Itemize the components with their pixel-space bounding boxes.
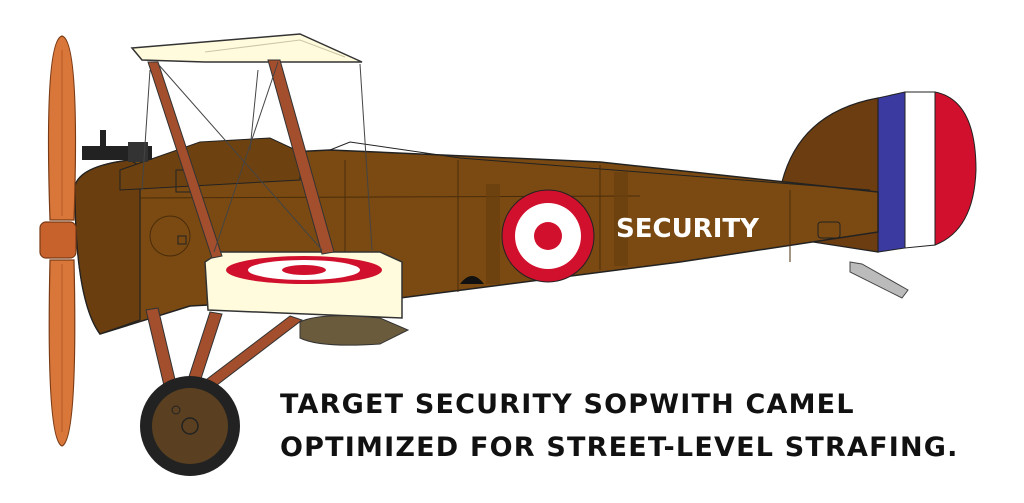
upper-wing (130, 33, 363, 63)
roundel-icon (501, 189, 595, 283)
machine-gun-icon (82, 130, 152, 162)
lower-wing (204, 251, 403, 319)
sopwith-camel-illustration: SECURITY (39, 33, 977, 476)
bomb (299, 315, 410, 346)
caption-line-2: OPTIMIZED FOR STREET-LEVEL STRAFING. (280, 432, 959, 463)
propeller-icon (39, 35, 77, 447)
wheel-icon (140, 376, 240, 476)
fuselage-marking: SECURITY (616, 214, 760, 244)
caption-line-1: TARGET SECURITY SOPWITH CAMEL (280, 389, 855, 420)
rudder-stripes-icon (877, 91, 977, 253)
tail-skid (849, 261, 909, 299)
